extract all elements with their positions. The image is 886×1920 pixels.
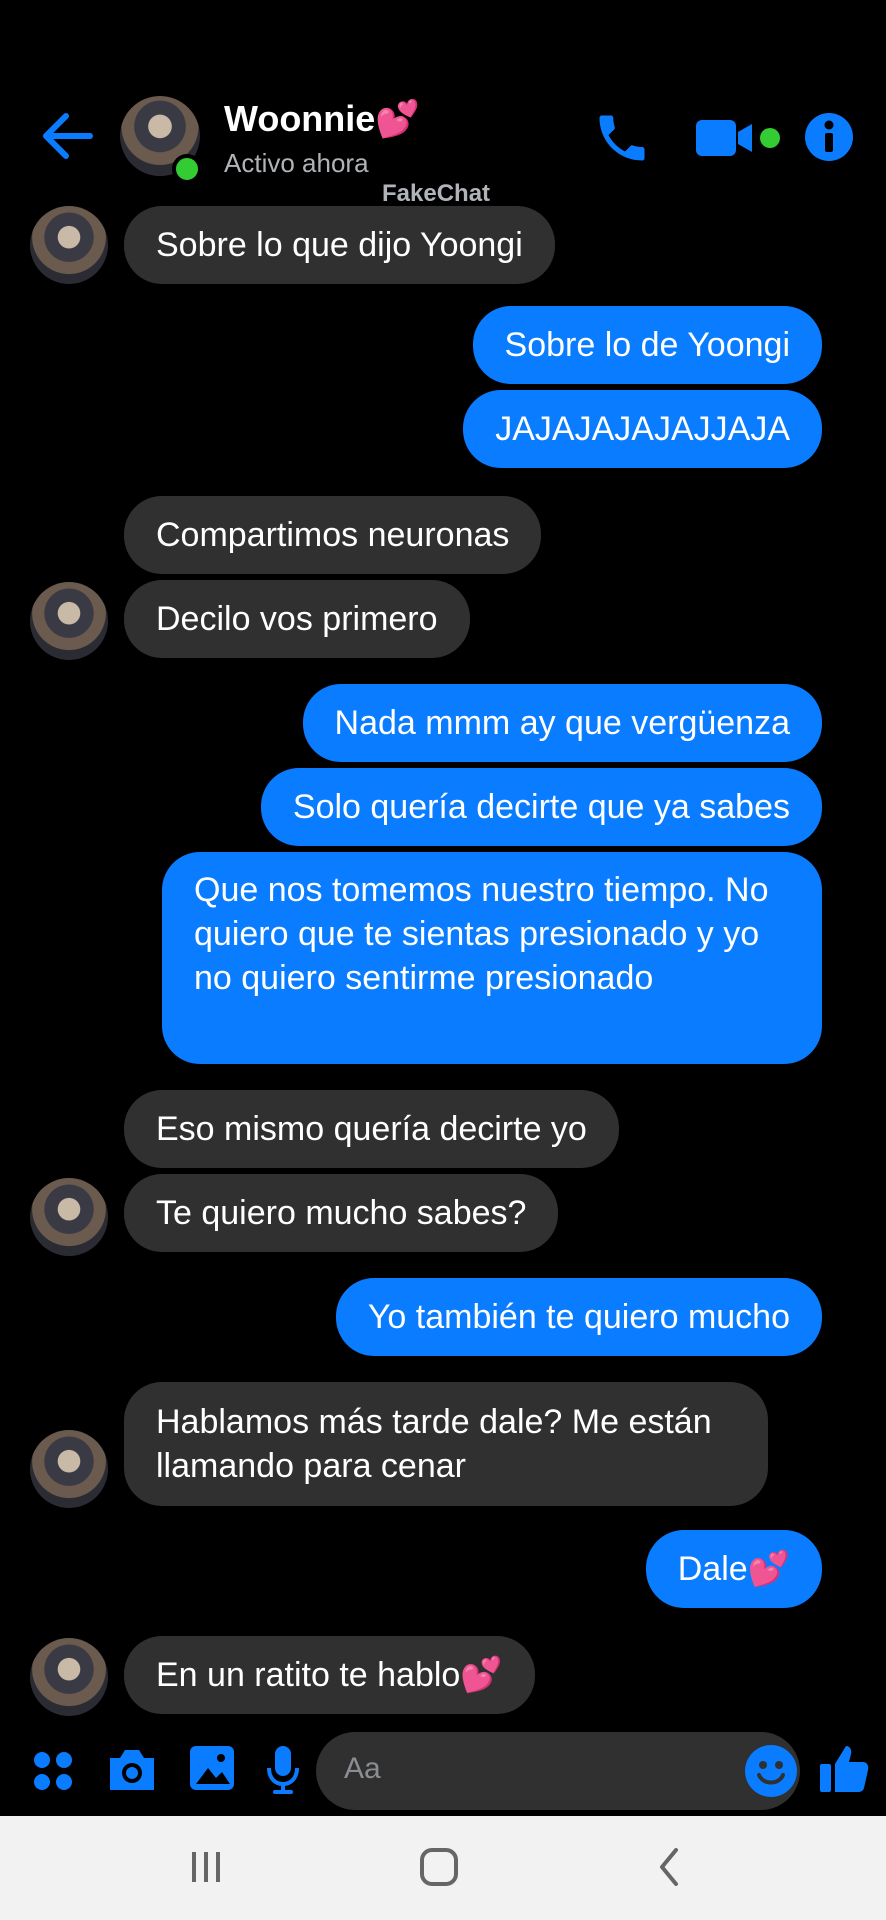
- outgoing-message[interactable]: Dale💕: [645, 1530, 822, 1608]
- recents-icon[interactable]: [188, 1846, 224, 1888]
- message-avatar: [30, 1430, 108, 1508]
- outgoing-message[interactable]: Nada mmm ay que vergüenza: [302, 684, 822, 762]
- message-avatar: [30, 1178, 108, 1256]
- camera-icon[interactable]: [106, 1746, 158, 1794]
- outgoing-message[interactable]: Sobre lo de Yoongi: [472, 306, 822, 384]
- video-icon[interactable]: [696, 116, 786, 160]
- incoming-message[interactable]: Decilo vos primero: [124, 580, 470, 658]
- contact-status: Activo ahora: [224, 148, 369, 178]
- message-avatar: [30, 1638, 108, 1716]
- apps-icon[interactable]: [32, 1750, 74, 1792]
- like-icon[interactable]: [818, 1742, 870, 1794]
- outgoing-message[interactable]: Yo también te quiero mucho: [335, 1278, 822, 1356]
- mic-icon[interactable]: [264, 1744, 302, 1796]
- outgoing-message[interactable]: Solo quería decirte que ya sabes: [260, 768, 822, 846]
- back-arrow-icon[interactable]: [38, 108, 98, 164]
- incoming-message[interactable]: Sobre lo que dijo Yoongi: [124, 206, 555, 284]
- incoming-message[interactable]: Te quiero mucho sabes?: [124, 1174, 559, 1252]
- online-indicator: [172, 154, 202, 184]
- message-input-placeholder: Aa: [344, 1752, 381, 1785]
- outgoing-message[interactable]: Que nos tomemos nuestro tiempo. No quier…: [162, 852, 822, 1064]
- incoming-message[interactable]: Eso mismo quería decirte yo: [124, 1090, 619, 1168]
- system-nav-bar: [0, 1816, 886, 1920]
- emoji-icon[interactable]: [744, 1744, 798, 1798]
- incoming-message[interactable]: Compartimos neuronas: [124, 496, 542, 574]
- incoming-message[interactable]: Hablamos más tarde dale? Me están llaman…: [124, 1382, 768, 1506]
- outgoing-message[interactable]: JAJAJAJAJAJJAJA: [463, 390, 822, 468]
- message-avatar: [30, 206, 108, 284]
- message-avatar: [30, 582, 108, 660]
- phone-icon[interactable]: [592, 108, 652, 168]
- message-input[interactable]: Aa: [316, 1732, 800, 1810]
- gallery-icon[interactable]: [188, 1744, 236, 1792]
- watermark: FakeChat: [382, 180, 491, 207]
- home-icon[interactable]: [418, 1846, 460, 1888]
- contact-name[interactable]: Woonnie💕: [224, 98, 420, 140]
- chat-header: Woonnie💕 Activo ahora FakeChat: [0, 0, 886, 207]
- info-icon[interactable]: [804, 112, 854, 162]
- nav-back-icon[interactable]: [654, 1846, 684, 1888]
- incoming-message[interactable]: En un ratito te hablo💕: [124, 1636, 535, 1714]
